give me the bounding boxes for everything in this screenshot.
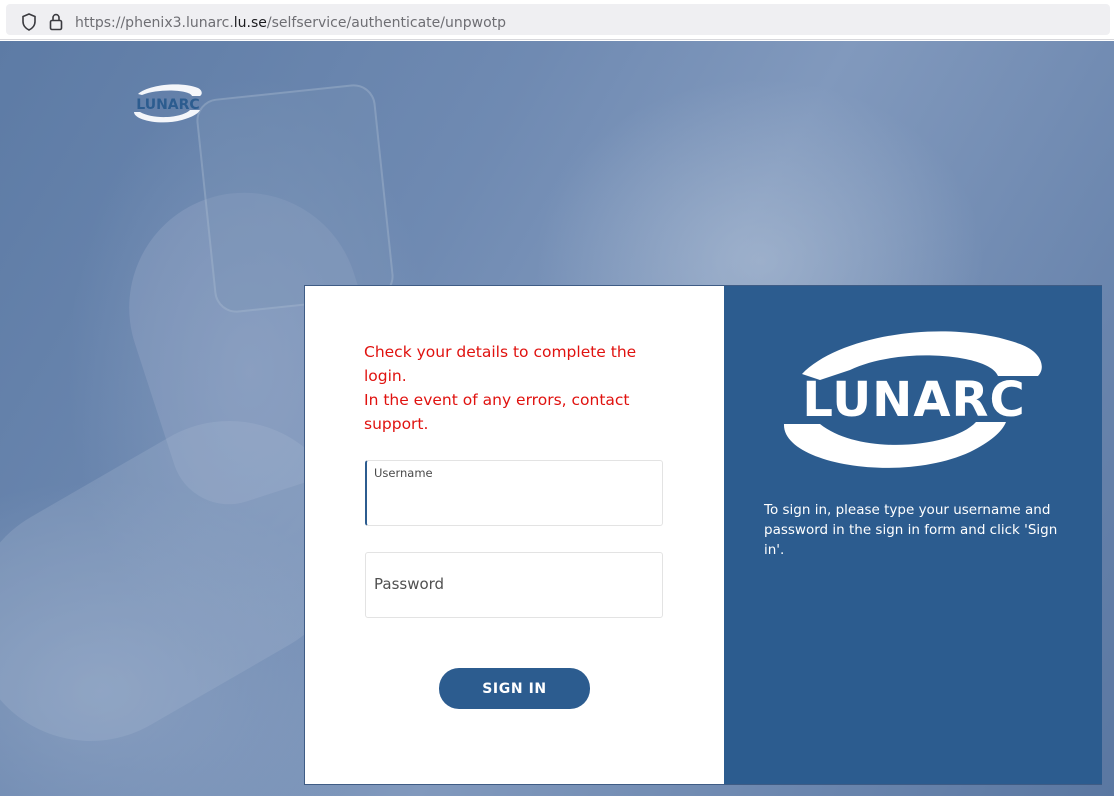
- url-text[interactable]: https://phenix3.lunarc.lu.se/selfservice…: [75, 15, 506, 31]
- login-card: Check your details to complete the login…: [304, 285, 1102, 785]
- password-field[interactable]: [365, 552, 663, 618]
- info-pane: LUNARC To sign in, please type your user…: [724, 286, 1102, 784]
- login-form-pane: Check your details to complete the login…: [305, 286, 724, 784]
- url-prefix: https://phenix3.lunarc.: [75, 15, 234, 31]
- error-message: Check your details to complete the login…: [364, 340, 654, 436]
- shield-icon[interactable]: [21, 13, 37, 31]
- browser-toolbar: https://phenix3.lunarc.lu.se/selfservice…: [0, 0, 1114, 40]
- password-input[interactable]: [374, 571, 654, 597]
- url-path: /selfservice/authenticate/unpwotp: [266, 15, 507, 31]
- header-logo: LUNARC: [134, 84, 202, 123]
- logo-text: LUNARC: [802, 372, 1025, 428]
- sign-in-button[interactable]: SIGN IN: [439, 668, 590, 709]
- background-phone: [194, 82, 396, 315]
- error-line-2: In the event of any errors, contact supp…: [364, 391, 630, 433]
- header-logo-text: LUNARC: [136, 97, 199, 113]
- error-line-1: Check your details to complete the login…: [364, 343, 637, 385]
- username-input[interactable]: [375, 493, 655, 519]
- url-bar[interactable]: https://phenix3.lunarc.lu.se/selfservice…: [6, 4, 1110, 35]
- sign-in-instructions: To sign in, please type your username an…: [764, 502, 1058, 558]
- username-label: Username: [374, 466, 433, 480]
- lunarc-logo: LUNARC: [783, 331, 1042, 468]
- username-field[interactable]: Username: [365, 460, 663, 526]
- url-domain: lu.se: [233, 15, 267, 31]
- lock-icon[interactable]: [48, 12, 64, 32]
